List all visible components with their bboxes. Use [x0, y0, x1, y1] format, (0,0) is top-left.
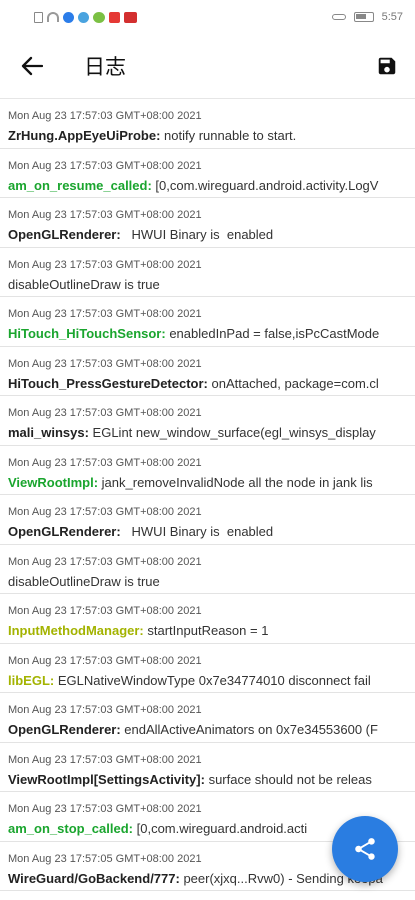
log-tag: ZrHung.AppEyeUiProbe: [8, 128, 161, 143]
log-message: onAttached, package=com.cl [207, 375, 379, 391]
log-message-line: disableOutlineDraw is true [8, 573, 407, 591]
share-icon [355, 838, 375, 860]
log-message-line: disableOutlineDraw is true [8, 276, 407, 294]
log-message: EGLNativeWindowType 0x7e34774010 disconn… [54, 672, 371, 688]
log-tag: mali_winsys: [8, 425, 89, 440]
battery-icon [353, 12, 374, 22]
log-entry[interactable]: Mon Aug 23 17:57:03 GMT+08:00 2021 ZrHung… [0, 99, 415, 149]
log-tag: WireGuard/GoBackend/777: [8, 870, 180, 886]
save-button[interactable] [373, 52, 401, 80]
wifi-icon [47, 12, 59, 22]
log-message: disableOutlineDraw is true [8, 276, 160, 292]
log-entry[interactable]: Mon Aug 23 17:57:03 GMT+08:00 2021 InputM… [0, 594, 415, 644]
document-icon [34, 11, 43, 23]
log-message-line: libEGL: EGLNativeWindowType 0x7e34774010… [8, 672, 407, 690]
log-message: endAllActiveAnimators on 0x7e34553600 (F [120, 722, 378, 737]
log-tag: HiTouch_HiTouchSensor: [8, 326, 166, 341]
log-entry[interactable]: Mon Aug 23 17:57:03 GMT+08:00 2021 OpenGL… [0, 198, 415, 248]
log-message: HWUI Binary is enabled [120, 524, 274, 539]
log-tag: HiTouch_PressGestureDetector: [8, 375, 208, 391]
log-timestamp: Mon Aug 23 17:57:03 GMT+08:00 2021 [8, 209, 202, 221]
log-entry[interactable]: Mon Aug 23 17:57:03 GMT+08:00 2021 ViewRo… [0, 743, 415, 792]
log-timestamp: Mon Aug 23 17:57:03 GMT+08:00 2021 [8, 555, 202, 568]
log-timestamp: Mon Aug 23 17:57:03 GMT+08:00 2021 [8, 803, 202, 815]
app-notification-icon [63, 11, 74, 23]
log-entry[interactable]: Mon Aug 23 17:57:03 GMT+08:00 2021 disabl… [0, 545, 415, 594]
log-message: [0,com.wireguard.android.acti [133, 821, 308, 836]
log-tag: libEGL: [8, 672, 55, 688]
notification-icons [34, 11, 137, 23]
back-arrow-icon [21, 56, 43, 76]
log-message-line: am_on_resume_called: [0,com.wireguard.an… [8, 177, 407, 195]
log-tag: am_on_stop_called: [8, 821, 133, 836]
log-message: EGLint new_window_surface(egl_winsys_dis… [88, 425, 376, 440]
log-message: startInputReason = 1 [143, 623, 269, 638]
save-icon [378, 57, 396, 75]
log-timestamp: Mon Aug 23 17:57:03 GMT+08:00 2021 [8, 753, 202, 766]
log-tag: InputMethodManager: [8, 623, 144, 638]
log-timestamp: Mon Aug 23 17:57:03 GMT+08:00 2021 [8, 110, 202, 122]
log-tag: ViewRootImpl[SettingsActivity]: [8, 771, 205, 787]
log-message-line: OpenGLRenderer: HWUI Binary is enabled [8, 226, 407, 244]
log-tag: OpenGLRenderer: [8, 722, 121, 737]
log-timestamp: Mon Aug 23 17:57:03 GMT+08:00 2021 [8, 407, 202, 419]
log-tag: OpenGLRenderer: [8, 227, 121, 242]
log-entry[interactable]: Mon Aug 23 17:57:03 GMT+08:00 2021 OpenGL… [0, 693, 415, 743]
log-entry[interactable]: Mon Aug 23 17:57:03 GMT+08:00 2021 libEGL… [0, 644, 415, 693]
log-entry[interactable]: Mon Aug 23 17:57:03 GMT+08:00 2021 mali_w… [0, 396, 415, 446]
log-timestamp: Mon Aug 23 17:57:03 GMT+08:00 2021 [8, 159, 202, 172]
log-timestamp: Mon Aug 23 17:57:03 GMT+08:00 2021 [8, 704, 202, 716]
log-timestamp: Mon Aug 23 17:57:03 GMT+08:00 2021 [8, 506, 202, 518]
clock: 5:57 [381, 11, 403, 23]
log-message: enabledInPad = false,isPcCastMode [165, 326, 380, 341]
log-message: notify runnable to start. [160, 128, 297, 143]
log-message-line: ViewRootImpl[SettingsActivity]: surface … [8, 771, 407, 789]
log-list[interactable]: Mon Aug 23 17:57:03 GMT+08:00 2021 ZrHung… [0, 98, 415, 900]
log-message-line: OpenGLRenderer: HWUI Binary is enabled [8, 523, 407, 541]
log-message-line: mali_winsys: EGLint new_window_surface(e… [8, 424, 407, 442]
log-timestamp: Mon Aug 23 17:57:03 GMT+08:00 2021 [8, 456, 202, 469]
app-notification-icon [109, 11, 120, 23]
log-message-line: ViewRootImpl: jank_removeInvalidNode all… [8, 474, 407, 492]
app-bar: 日志 [0, 34, 415, 98]
log-timestamp: Mon Aug 23 17:57:03 GMT+08:00 2021 [8, 357, 202, 370]
log-tag: OpenGLRenderer: [8, 524, 121, 539]
system-icons: 5:57 [331, 11, 403, 23]
log-message-line: InputMethodManager: startInputReason = 1 [8, 622, 407, 640]
log-entry[interactable]: Mon Aug 23 17:57:03 GMT+08:00 2021 HiTouc… [0, 347, 415, 396]
back-button[interactable] [0, 34, 64, 98]
log-message-line: OpenGLRenderer: endAllActiveAnimators on… [8, 721, 407, 739]
log-timestamp: Mon Aug 23 17:57:03 GMT+08:00 2021 [8, 308, 202, 320]
log-message: jank_removeInvalidNode all the node in j… [98, 474, 373, 490]
log-message: [0,com.wireguard.android.activity.LogV [151, 177, 379, 193]
app-notification-icon [78, 11, 89, 23]
log-tag: am_on_resume_called: [8, 177, 152, 193]
log-entry[interactable]: Mon Aug 23 17:57:03 GMT+08:00 2021 HiTouc… [0, 297, 415, 347]
log-timestamp: Mon Aug 23 17:57:03 GMT+08:00 2021 [8, 654, 202, 667]
wechat-icon [93, 11, 105, 23]
log-entry[interactable]: Mon Aug 23 17:57:03 GMT+08:00 2021 OpenGL… [0, 495, 415, 545]
log-entry[interactable]: Mon Aug 23 17:57:03 GMT+08:00 2021 ViewRo… [0, 446, 415, 495]
log-message-line: HiTouch_HiTouchSensor: enabledInPad = fa… [8, 325, 407, 343]
app-notification-icon [124, 11, 137, 23]
log-message-line: ZrHung.AppEyeUiProbe: notify runnable to… [8, 127, 407, 145]
page-title: 日志 [84, 55, 126, 79]
log-entry[interactable]: Mon Aug 23 17:57:03 GMT+08:00 2021 am_on_… [0, 149, 415, 198]
vpn-key-icon [331, 14, 346, 20]
status-bar: 5:57 [0, 0, 415, 34]
log-timestamp: Mon Aug 23 17:57:03 GMT+08:00 2021 [8, 605, 202, 617]
log-timestamp: Mon Aug 23 17:57:03 GMT+08:00 2021 [8, 258, 202, 271]
share-button[interactable] [332, 816, 398, 882]
log-entry[interactable]: Mon Aug 23 17:57:03 GMT+08:00 2021 disabl… [0, 248, 415, 297]
log-message: surface should not be releas [204, 771, 372, 787]
log-tag: ViewRootImpl: [8, 474, 99, 490]
log-message-line: HiTouch_PressGestureDetector: onAttached… [8, 375, 407, 393]
log-message: HWUI Binary is enabled [120, 227, 274, 242]
log-message: disableOutlineDraw is true [8, 573, 160, 589]
